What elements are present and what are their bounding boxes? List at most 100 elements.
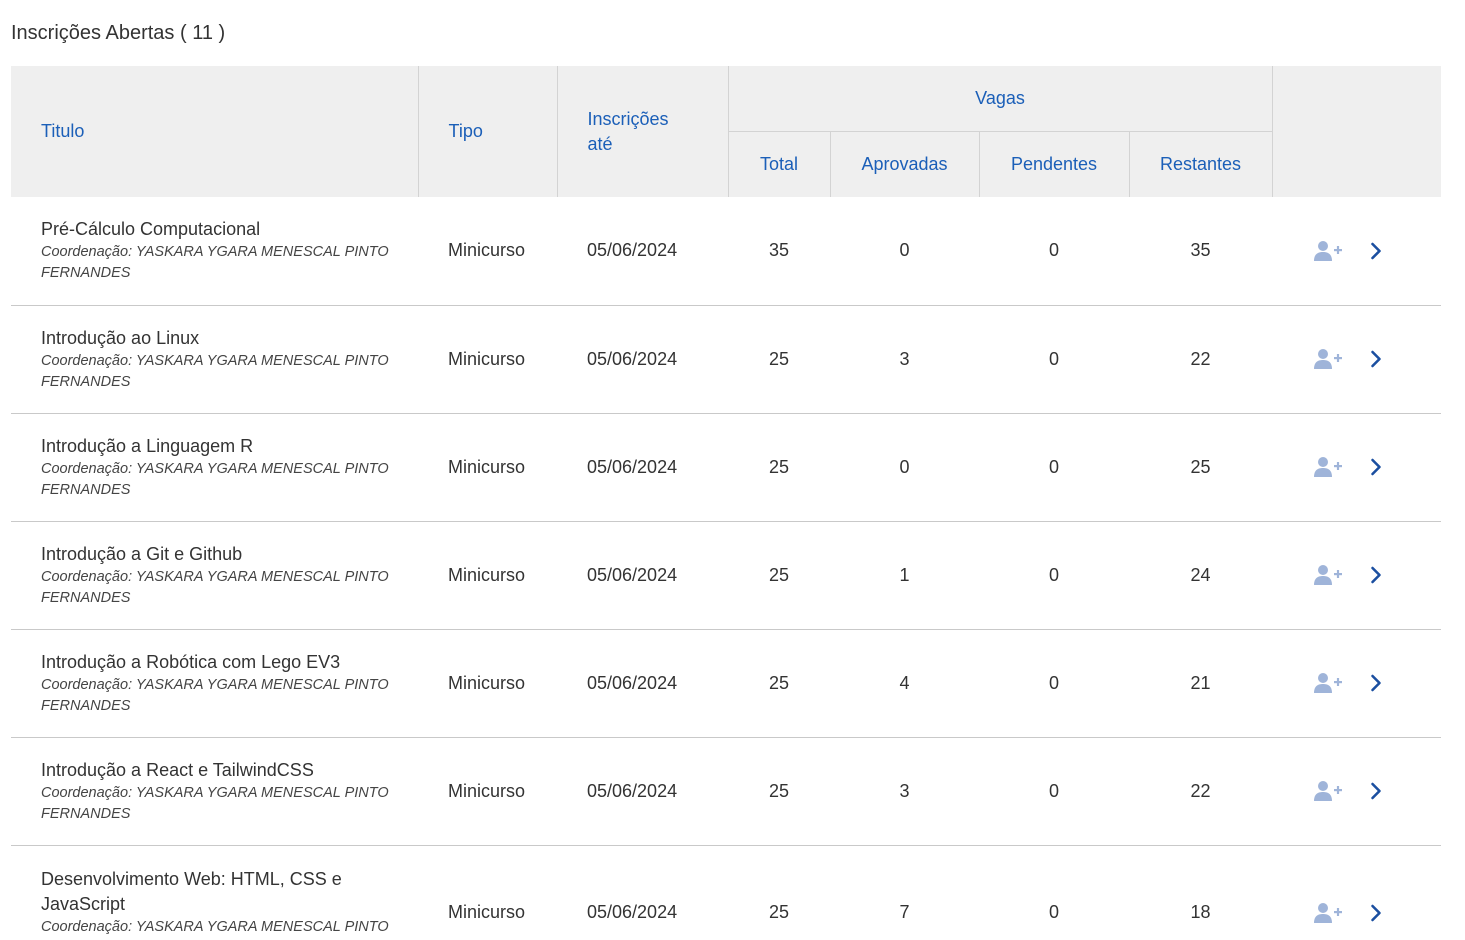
header-vagas-label: Vagas xyxy=(975,88,1025,108)
details-button[interactable] xyxy=(1370,674,1382,692)
table-row[interactable]: Introdução a React e TailwindCSS Coorden… xyxy=(11,737,1442,846)
cell-total: 25 xyxy=(728,521,830,630)
cell-actions xyxy=(1272,629,1442,738)
cell-pendentes: 0 xyxy=(979,737,1129,846)
user-plus-icon xyxy=(1314,781,1343,801)
cell-inscricoes-ate: 05/06/2024 xyxy=(557,197,728,306)
enroll-button[interactable] xyxy=(1314,240,1343,262)
cell-aprovadas: 0 xyxy=(830,197,979,306)
header-inscricoes-ate[interactable]: Inscrições até xyxy=(556,66,728,197)
cell-titulo: Introdução a React e TailwindCSS Coorden… xyxy=(11,737,418,846)
header-aprovadas[interactable]: Aprovadas xyxy=(829,131,979,197)
table-body: Pré-Cálculo Computacional Coordenação: Y… xyxy=(11,197,1442,940)
open-registrations-table: Titulo Tipo Inscrições até Vagas Total Ap… xyxy=(11,66,1442,940)
row-actions xyxy=(1272,902,1441,924)
user-plus-icon xyxy=(1314,240,1343,261)
coordination: Coordenação: YASKARA YGARA MENESCAL PINT… xyxy=(41,675,398,717)
cell-tipo: Minicurso xyxy=(418,629,557,738)
cell-actions xyxy=(1272,845,1442,940)
cell-total: 25 xyxy=(728,845,830,940)
table-header: Titulo Tipo Inscrições até Vagas Total Ap… xyxy=(11,66,1442,197)
coordination-label: Coordenação: xyxy=(41,784,133,801)
cell-restantes: 18 xyxy=(1129,845,1273,940)
table-row[interactable]: Desenvolvimento Web: HTML, CSS e JavaScr… xyxy=(11,845,1442,940)
cell-tipo: Minicurso xyxy=(418,305,557,414)
details-button[interactable] xyxy=(1370,458,1382,476)
row-actions xyxy=(1272,672,1441,694)
enroll-button[interactable] xyxy=(1314,780,1343,802)
header-tipo-label: Tipo xyxy=(448,121,483,141)
user-plus-icon xyxy=(1314,349,1343,369)
details-button[interactable] xyxy=(1370,242,1382,260)
table-row[interactable]: Pré-Cálculo Computacional Coordenação: Y… xyxy=(11,197,1442,306)
user-plus-icon xyxy=(1314,673,1343,693)
header-vagas: Vagas xyxy=(727,66,1273,132)
cell-titulo: Introdução ao Linux Coordenação: YASKARA… xyxy=(11,305,418,414)
header-pendentes[interactable]: Pendentes xyxy=(978,131,1129,197)
header-aprovadas-label: Aprovadas xyxy=(861,154,948,174)
row-actions xyxy=(1272,564,1441,586)
cell-actions xyxy=(1272,737,1442,846)
coordination: Coordenação: YASKARA YGARA MENESCAL PINT… xyxy=(41,351,398,393)
chevron-right-icon xyxy=(1371,782,1381,800)
section-title-text: Inscrições Abertas xyxy=(11,22,175,44)
cell-restantes: 24 xyxy=(1129,521,1273,630)
chevron-right-icon xyxy=(1371,458,1381,476)
cell-inscricoes-ate: 05/06/2024 xyxy=(557,737,728,846)
cell-tipo: Minicurso xyxy=(418,845,557,940)
cell-pendentes: 0 xyxy=(979,845,1129,940)
coordination-label: Coordenação: xyxy=(41,244,133,261)
details-button[interactable] xyxy=(1370,566,1382,584)
table-row[interactable]: Introdução a Linguagem R Coordenação: YA… xyxy=(11,413,1442,522)
cell-restantes: 35 xyxy=(1129,197,1273,306)
details-button[interactable] xyxy=(1370,782,1382,800)
chevron-right-icon xyxy=(1371,904,1381,921)
user-plus-icon xyxy=(1314,902,1343,923)
header-restantes-label: Restantes xyxy=(1159,154,1242,174)
cell-titulo: Pré-Cálculo Computacional Coordenação: Y… xyxy=(11,197,418,306)
details-button[interactable] xyxy=(1370,350,1382,368)
table-row[interactable]: Introdução a Git e Github Coordenação: Y… xyxy=(11,521,1442,630)
cell-actions xyxy=(1272,197,1442,306)
header-total[interactable]: Total xyxy=(727,131,830,197)
chevron-right-icon xyxy=(1371,350,1381,368)
cell-pendentes: 0 xyxy=(979,305,1129,414)
cell-aprovadas: 0 xyxy=(830,413,979,522)
details-button[interactable] xyxy=(1370,904,1382,922)
cell-titulo: Introdução a Linguagem R Coordenação: YA… xyxy=(11,413,418,522)
header-titulo-label: Titulo xyxy=(41,121,85,141)
enroll-button[interactable] xyxy=(1314,348,1343,370)
course-title: Pré-Cálculo Computacional xyxy=(41,219,261,240)
cell-pendentes: 0 xyxy=(979,629,1129,738)
table-row[interactable]: Introdução ao Linux Coordenação: YASKARA… xyxy=(11,305,1442,414)
table-row[interactable]: Introdução a Robótica com Lego EV3 Coord… xyxy=(11,629,1442,738)
header-total-label: Total xyxy=(759,154,799,174)
cell-actions xyxy=(1272,413,1442,522)
cell-restantes: 22 xyxy=(1129,737,1273,846)
cell-aprovadas: 1 xyxy=(830,521,979,630)
chevron-right-icon xyxy=(1371,242,1381,260)
course-title: Introdução a Linguagem R xyxy=(41,435,254,456)
cell-titulo: Desenvolvimento Web: HTML, CSS e JavaScr… xyxy=(11,845,418,940)
cell-restantes: 25 xyxy=(1129,413,1273,522)
coordination-label: Coordenação: xyxy=(41,676,133,693)
course-title: Introdução a Git e Github xyxy=(41,543,243,564)
enroll-button[interactable] xyxy=(1314,902,1343,924)
row-actions xyxy=(1272,780,1441,802)
enroll-button[interactable] xyxy=(1314,564,1343,586)
header-inscricoes-line1: Inscrições xyxy=(587,108,669,129)
enroll-button[interactable] xyxy=(1314,672,1343,694)
user-plus-icon xyxy=(1314,457,1343,477)
cell-pendentes: 0 xyxy=(979,197,1129,306)
course-title: Introdução a Robótica com Lego EV3 xyxy=(41,651,341,672)
cell-total: 25 xyxy=(728,305,830,414)
cell-total: 25 xyxy=(728,629,830,738)
header-tipo[interactable]: Tipo xyxy=(417,66,557,197)
coordination: Coordenação: YASKARA YGARA MENESCAL PINT… xyxy=(41,567,398,609)
header-restantes[interactable]: Restantes xyxy=(1128,131,1273,197)
header-titulo[interactable]: Titulo xyxy=(11,66,418,197)
enroll-button[interactable] xyxy=(1314,456,1343,478)
coordination-label: Coordenação: xyxy=(41,352,133,369)
coordination: Coordenação: YASKARA YGARA MENESCAL PINT… xyxy=(41,917,398,940)
course-title: Introdução a React e TailwindCSS xyxy=(41,759,314,780)
